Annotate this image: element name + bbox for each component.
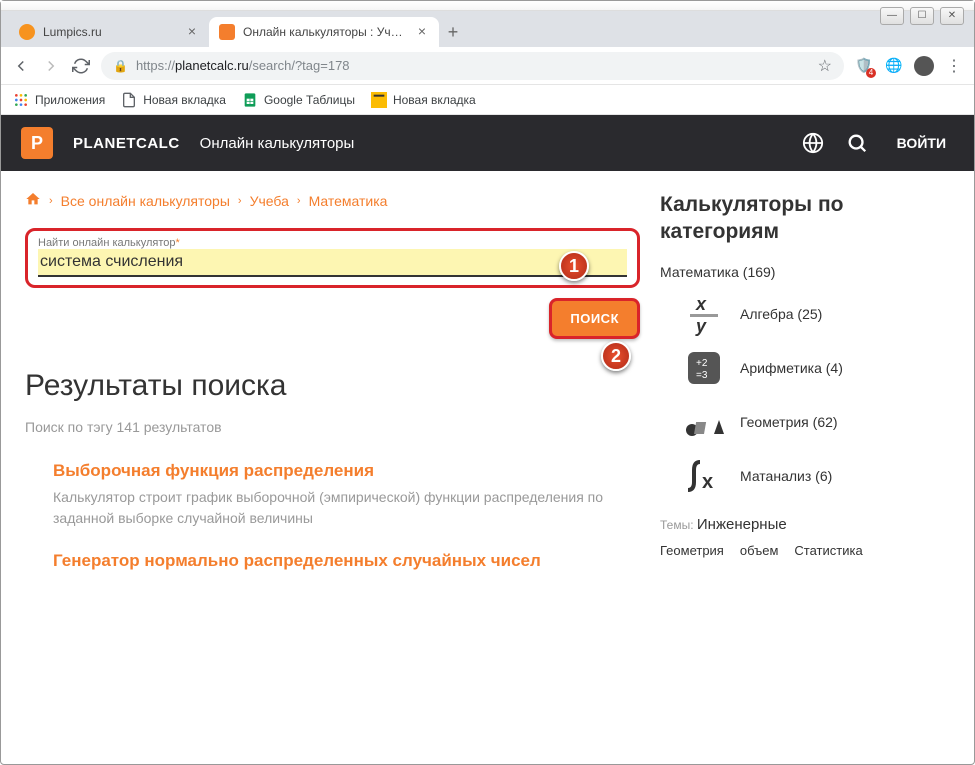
address-bar[interactable]: 🔒 https://planetcalc.ru/search/?tag=178 … [101, 52, 844, 80]
result-title-link[interactable]: Генератор нормально распределенных случа… [53, 551, 640, 571]
results-heading: Результаты поиска [25, 369, 640, 403]
sidebar: Калькуляторы по категориям Математика (1… [660, 191, 950, 593]
close-button[interactable]: ✕ [940, 7, 964, 25]
annotation-marker-1: 1 [559, 251, 589, 281]
tag-link[interactable]: объем [740, 543, 779, 558]
breadcrumb-link[interactable]: Математика [309, 193, 388, 209]
breadcrumb: › Все онлайн калькуляторы › Учеба › Мате… [25, 191, 640, 210]
svg-text:=3: =3 [696, 370, 708, 381]
chevron-right-icon: › [49, 195, 53, 207]
tag-link[interactable]: Инженерные [697, 516, 787, 533]
window-titlebar [1, 1, 974, 11]
login-button[interactable]: ВОЙТИ [889, 135, 954, 151]
annotation-marker-2: 2 [601, 341, 631, 371]
search-label: Найти онлайн калькулятор* [38, 237, 627, 249]
bookmarks-bar: Приложения Новая вкладка Google Таблицы … [1, 85, 974, 115]
reload-button[interactable] [71, 56, 91, 76]
browser-tabbar: Lumpics.ru × Онлайн калькуляторы : Учеба… [1, 11, 974, 47]
result-item: Генератор нормально распределенных случа… [25, 551, 640, 571]
sidebar-heading: Калькуляторы по категориям [660, 191, 950, 246]
search-icon[interactable] [845, 131, 869, 155]
page-content: › Все онлайн калькуляторы › Учеба › Мате… [1, 171, 974, 593]
sheets-icon [242, 92, 258, 108]
search-field-highlight: Найти онлайн калькулятор* [25, 228, 640, 288]
search-button[interactable]: ПОИСК [549, 298, 640, 339]
results-meta: Поиск по тэгу 141 результатов [25, 419, 640, 435]
main-column: › Все онлайн калькуляторы › Учеба › Мате… [25, 191, 640, 593]
bookmark-item[interactable]: Новая вкладка [371, 92, 476, 108]
browser-tab[interactable]: Lumpics.ru × [9, 17, 209, 47]
star-icon[interactable]: ☆ [818, 56, 832, 76]
site-name[interactable]: PLANETCALC [73, 135, 180, 152]
svg-text:x: x [702, 471, 713, 493]
page-icon [121, 92, 137, 108]
tab-title: Lumpics.ru [43, 25, 179, 39]
category-label: Матанализ (6) [740, 468, 832, 484]
site-logo[interactable]: P [21, 127, 53, 159]
minimize-button[interactable]: — [880, 7, 904, 25]
category-label: Геометрия (62) [740, 414, 838, 430]
extension-icon[interactable]: 🛡️4 [854, 56, 874, 76]
geometry-icon [682, 400, 726, 444]
extension-icon[interactable]: 🌐 [884, 56, 904, 76]
browser-tab-active[interactable]: Онлайн калькуляторы : Учеба : × [209, 17, 439, 47]
favicon-icon [219, 24, 235, 40]
site-header: P PLANETCALC Онлайн калькуляторы ВОЙТИ [1, 115, 974, 171]
breadcrumb-link[interactable]: Все онлайн калькуляторы [61, 193, 230, 209]
profile-avatar[interactable] [914, 56, 934, 76]
forward-button[interactable] [41, 56, 61, 76]
tab-close-icon[interactable]: × [185, 25, 199, 39]
lock-icon: 🔒 [113, 59, 128, 73]
chevron-right-icon: › [238, 195, 242, 207]
category-item[interactable]: Геометрия (62) [660, 400, 950, 444]
tab-close-icon[interactable]: × [415, 25, 429, 39]
result-item: Выборочная функция распределения Калькул… [25, 461, 640, 529]
new-tab-button[interactable]: + [439, 19, 467, 47]
arithmetic-icon: +2=3 [682, 346, 726, 390]
bookmark-item[interactable]: Новая вкладка [121, 92, 226, 108]
result-description: Калькулятор строит график выборочной (эм… [53, 487, 640, 529]
calculus-icon: x [682, 454, 726, 498]
chevron-right-icon: › [297, 195, 301, 207]
search-input[interactable] [38, 249, 627, 277]
category-item[interactable]: +2=3 Арифметика (4) [660, 346, 950, 390]
category-label: Арифметика (4) [740, 360, 843, 376]
bookmark-item[interactable]: Google Таблицы [242, 92, 355, 108]
tab-title: Онлайн калькуляторы : Учеба : [243, 25, 409, 39]
svg-text:x: x [695, 294, 707, 314]
tag-row: Геометрия объем Статистика [660, 543, 950, 558]
site-tagline: Онлайн калькуляторы [200, 135, 355, 152]
maximize-button[interactable]: ☐ [910, 7, 934, 25]
category-item[interactable]: x Матанализ (6) [660, 454, 950, 498]
category-label: Алгебра (25) [740, 306, 822, 322]
apps-button[interactable]: Приложения [13, 92, 105, 108]
tag-link[interactable]: Геометрия [660, 543, 724, 558]
result-title-link[interactable]: Выборочная функция распределения [53, 461, 640, 481]
category-item[interactable]: xy Алгебра (25) [660, 292, 950, 336]
sidebar-tags: Темы: Инженерные [660, 516, 950, 533]
browser-toolbar: 🔒 https://planetcalc.ru/search/?tag=178 … [1, 47, 974, 85]
svg-text:y: y [695, 316, 707, 336]
tag-link[interactable]: Статистика [794, 543, 862, 558]
language-icon[interactable] [801, 131, 825, 155]
category-main[interactable]: Математика (169) [660, 264, 950, 280]
bookmark-favicon [371, 92, 387, 108]
window-controls: — ☐ ✕ [880, 7, 964, 25]
menu-button[interactable]: ⋮ [944, 56, 964, 76]
algebra-icon: xy [682, 292, 726, 336]
breadcrumb-link[interactable]: Учеба [250, 193, 289, 209]
url-text: https://planetcalc.ru/search/?tag=178 [136, 58, 810, 73]
svg-text:+2: +2 [696, 358, 708, 369]
favicon-icon [19, 24, 35, 40]
apps-icon [13, 92, 29, 108]
back-button[interactable] [11, 56, 31, 76]
home-icon[interactable] [25, 191, 41, 210]
